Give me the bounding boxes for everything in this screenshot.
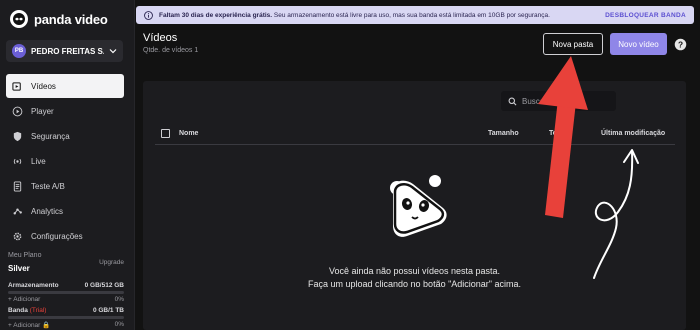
empty-message-line-2: Faça um upload clicando no botão "Adicio… (307, 279, 521, 289)
select-all-checkbox[interactable] (161, 129, 170, 138)
ab-test-icon (13, 180, 22, 192)
videos-panel: Buscar Nome Tamanho Tempo Última modific… (143, 81, 686, 330)
storage-add-row: + Adicionar 0% (8, 296, 124, 303)
sidebar-item-security[interactable]: Segurança (6, 124, 124, 148)
info-icon (144, 10, 153, 20)
trial-tag: (Trial) (29, 307, 47, 314)
column-size[interactable]: Tamanho (488, 130, 519, 137)
sidebar-item-settings[interactable]: Configurações (6, 224, 124, 248)
player-icon (12, 106, 23, 116)
banner-text: Faltam 30 dias de experiência grátis. Se… (159, 12, 550, 19)
upgrade-link[interactable]: Upgrade (99, 259, 124, 266)
unlock-bandwidth-link[interactable]: DESBLOQUEAR BANDA (605, 12, 686, 19)
column-modified[interactable]: Última modificação (601, 130, 665, 137)
analytics-icon (13, 207, 22, 215)
sidebar-item-live[interactable]: Live (6, 149, 124, 173)
trial-banner: Faltam 30 dias de experiência grátis. Se… (136, 6, 694, 24)
empty-message-line-1: Você ainda não possui vídeos nesta pasta… (328, 266, 501, 276)
bandwidth-add-row: + Adicionar 🔒 0% (8, 321, 124, 329)
sidebar-item-analytics[interactable]: Analytics (6, 199, 124, 223)
live-icon (13, 158, 22, 164)
table-header: Nome Tamanho Tempo Última modificação (155, 127, 675, 145)
sidebar-item-label: Vídeos (31, 81, 56, 91)
sidebar-item-player[interactable]: Player (6, 99, 124, 123)
sidebar-item-label: Live (31, 156, 46, 166)
bandwidth-value: 0 GB/1 TB (92, 307, 124, 314)
storage-label: Armazenamento (8, 282, 59, 289)
panda-logo-icon (10, 10, 28, 28)
video-count: Qtde. de vídeos 1 (143, 47, 199, 54)
column-name[interactable]: Nome (179, 130, 198, 137)
plan-name: Silver (8, 264, 30, 273)
storage-percent: 0% (114, 296, 124, 303)
avatar: PB (12, 44, 26, 58)
sidebar-item-label: Analytics (31, 206, 64, 216)
sidebar-item-label: Player (31, 106, 54, 116)
account-name: PEDRO FREITAS S... (31, 46, 104, 56)
column-time[interactable]: Tempo (549, 130, 571, 137)
chevron-down-icon (109, 49, 117, 54)
new-folder-button[interactable]: Nova pasta (543, 33, 603, 55)
storage-add-link[interactable]: + Adicionar (8, 296, 40, 303)
new-video-button[interactable]: Novo vídeo (610, 33, 667, 55)
page-title: Vídeos (143, 32, 178, 44)
bandwidth-label: Banda (8, 307, 28, 314)
lock-icon: 🔒 (42, 322, 51, 329)
sidebar-item-videos[interactable]: Vídeos (6, 74, 124, 98)
sidebar-nav: Vídeos Player Segurança Live Teste A/B A… (6, 74, 124, 249)
help-icon[interactable]: ? (674, 38, 687, 51)
storage-value: 0 GB/512 GB (84, 282, 124, 289)
panda-illustration-icon (390, 175, 447, 237)
search-field[interactable]: Buscar (501, 91, 616, 111)
sidebar-item-label: Teste A/B (31, 181, 65, 191)
bandwidth-add-link[interactable]: + Adicionar (8, 322, 40, 329)
sidebar: panda video PB PEDRO FREITAS S... Vídeos… (0, 0, 135, 330)
storage-progress-bar (8, 291, 124, 294)
banner-message: Seu armazenamento está livre para uso, m… (272, 11, 550, 19)
bandwidth-progress-bar (8, 316, 124, 319)
app-name: panda video (34, 11, 108, 27)
shield-icon (13, 131, 22, 141)
search-input[interactable]: Buscar (522, 97, 547, 106)
storage-usage: Armazenamento 0 GB/512 GB (8, 282, 124, 289)
plan-label: Meu Plano (8, 252, 42, 259)
search-icon (508, 97, 517, 105)
banner-bold: Faltam 30 dias de experiência grátis. (159, 11, 273, 19)
bandwidth-percent: 0% (114, 321, 124, 328)
logo[interactable]: panda video (10, 10, 108, 28)
sidebar-item-label: Segurança (31, 131, 70, 141)
videos-icon (12, 81, 21, 91)
sidebar-item-ab-test[interactable]: Teste A/B (6, 174, 124, 198)
sidebar-item-label: Configurações (31, 231, 83, 241)
account-selector[interactable]: PB PEDRO FREITAS S... (6, 40, 123, 62)
bandwidth-usage: Banda (Trial) 0 GB/1 TB (8, 307, 124, 314)
gear-icon (13, 232, 22, 240)
svg-text:?: ? (678, 39, 683, 49)
